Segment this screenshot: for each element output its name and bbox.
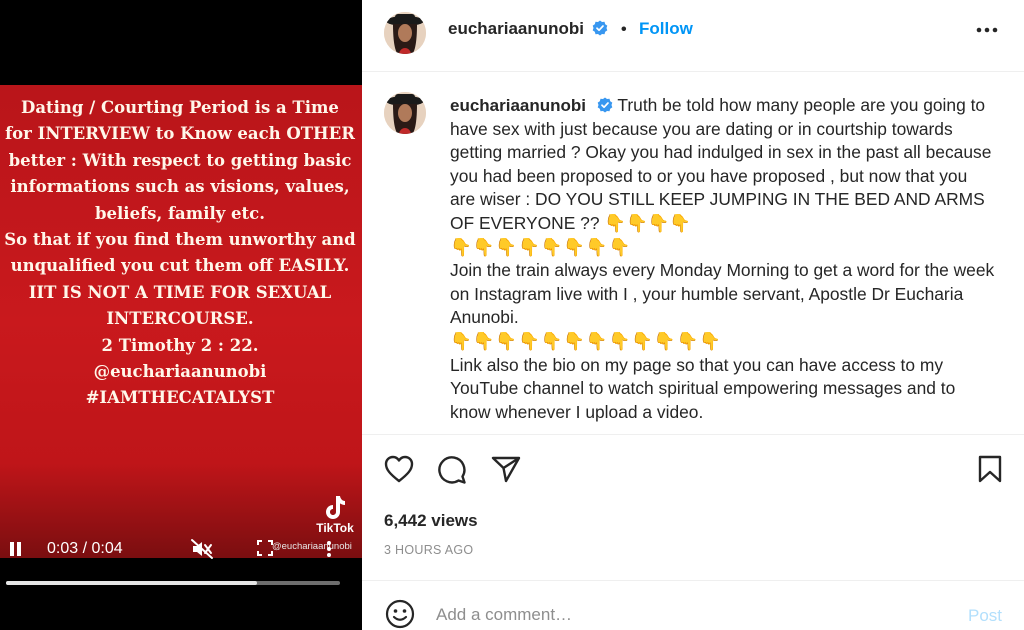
more-horizontal-icon[interactable] [976,27,998,33]
pointing-down-emoji-group: 👇👇👇👇 [604,212,691,233]
overlay-line: #IAMTHECATALYST [85,388,275,408]
overlay-line: 2 Timothy 2 : 22. [101,335,259,355]
post-panel: euchariaanunobi • Follow euchariaanunobi… [362,0,1024,630]
caption-paragraph: euchariaanunobi Truth be told how many p… [450,94,995,236]
verified-badge-icon [597,97,613,113]
caption-avatar[interactable] [384,92,426,134]
post-timestamp[interactable]: 3 HOURS AGO [384,543,473,557]
post-header: euchariaanunobi • Follow [362,0,1024,72]
overlay-line: @euchariaanunobi [93,362,267,382]
verified-badge-icon [593,20,608,36]
video-player[interactable]: Dating / Courting Period is a Time for I… [0,0,362,630]
video-progress-fill [6,581,257,585]
comment-icon[interactable] [437,455,467,485]
comment-input[interactable] [436,605,956,625]
action-bar [362,434,1024,504]
caption-paragraph-3: Link also the bio on my page so that you… [450,354,956,422]
profile-photo [384,12,426,54]
caption-area: euchariaanunobi Truth be told how many p… [362,88,1024,434]
more-vertical-icon[interactable] [326,540,332,558]
header-username[interactable]: euchariaanunobi [448,19,584,38]
overlay-line: unqualified you cut them off EASILY. [10,256,350,276]
overlay-line: IIT IS NOT A TIME FOR SEXUAL [28,282,332,302]
video-overlay-text: Dating / Courting Period is a Time for I… [4,95,356,412]
share-icon[interactable] [491,455,521,483]
post-button[interactable]: Post [968,606,1002,626]
overlay-line: for INTERVIEW to Know each OTHER [5,124,355,144]
emoji-icon[interactable] [385,599,415,629]
overlay-line: beliefs, family etc. [95,203,265,223]
comment-bar: Post [362,580,1024,630]
muted-speaker-icon[interactable] [190,538,214,560]
video-controls: 0:03 / 0:04 [0,532,362,566]
caption-text: euchariaanunobi Truth be told how many p… [450,94,995,424]
caption-paragraph-1: Truth be told how many people are you go… [450,95,992,233]
tiktok-icon [326,496,345,519]
video-progress-bar[interactable] [6,581,340,585]
follow-button[interactable]: Follow [639,19,693,38]
pause-icon[interactable] [8,540,24,558]
profile-photo [384,92,426,134]
pointing-down-emoji-row: 👇👇👇👇👇👇👇👇👇👇👇👇 [450,330,722,351]
overlay-line: INTERCOURSE. [106,309,254,329]
view-count[interactable]: 6,442 views [384,511,478,531]
caption-paragraph-2: Join the train always every Monday Morni… [450,260,995,328]
overlay-line: informations such as visions, values, [10,177,350,197]
overlay-line: better : With respect to getting basic [8,150,352,170]
heart-icon[interactable] [384,455,414,483]
bookmark-icon[interactable] [978,455,1002,483]
caption-username[interactable]: euchariaanunobi [450,96,586,115]
pointing-down-emoji-row: 👇👇👇👇👇👇👇👇 [450,236,632,257]
tiktok-watermark: TikTok [312,494,358,535]
fullscreen-icon[interactable] [257,540,273,556]
avatar[interactable] [384,12,426,54]
overlay-line: So that if you find them unworthy and [4,230,356,250]
header-user: euchariaanunobi • Follow [448,19,693,39]
video-time: 0:03 / 0:04 [47,540,123,557]
separator-dot: • [620,21,627,38]
overlay-line: Dating / Courting Period is a Time [21,98,339,117]
